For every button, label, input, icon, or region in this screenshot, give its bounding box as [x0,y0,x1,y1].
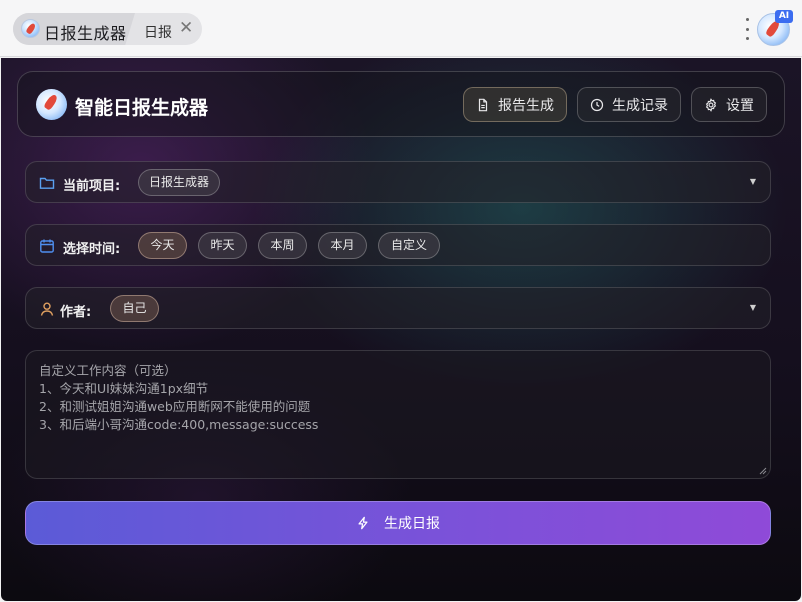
folder-icon [39,177,55,189]
clock-icon [590,98,604,111]
author-chip[interactable]: 自己 [110,295,159,322]
content-line: 2、和测试姐姐沟通web应用断网不能使用的问题 [39,399,311,414]
project-chip[interactable]: 日报生成器 [138,169,220,196]
time-label: 选择时间: [63,242,121,257]
rocket-app-icon [21,19,40,38]
page-title: 智能日报生成器 [75,97,209,119]
history-label: 生成记录 [612,97,668,114]
time-option-this-week[interactable]: 本周 [258,232,307,259]
generate-report-button[interactable]: 生成日报 [25,501,771,545]
project-label: 当前项目: [63,179,121,194]
chevron-down-icon[interactable]: ▼ [750,177,756,186]
rocket-logo-icon [36,89,67,120]
chevron-down-icon[interactable]: ▼ [750,303,756,312]
tab-second-title[interactable]: 日报 [144,22,172,42]
content-line: 3、和后端小哥沟通code:400,message:success [39,417,319,432]
resize-handle-icon[interactable] [759,467,767,475]
settings-button[interactable]: 设置 [691,87,767,122]
app-main: 智能日报生成器 报告生成 生成记录 设置 当前项目: 日报生成器 ▼ 选择时间:… [1,58,801,601]
generate-report-label: 生成日报 [384,516,440,532]
more-vertical-icon[interactable] [743,18,751,40]
author-label: 作者: [60,305,92,320]
author-selector[interactable]: 作者: 自己 ▼ [25,287,771,329]
person-icon [40,302,54,316]
lightning-icon [358,516,368,530]
tab-active-title[interactable]: 日报生成器 [44,20,127,44]
content-line: 自定义工作内容（可选） [39,363,177,378]
history-button[interactable]: 生成记录 [577,87,681,122]
content-line: 1、今天和UI妹妹沟通1px细节 [39,381,209,396]
report-generate-label: 报告生成 [498,97,554,114]
document-icon [478,98,488,111]
time-option-custom[interactable]: 自定义 [378,232,440,259]
settings-label: 设置 [726,97,754,114]
time-option-this-month[interactable]: 本月 [318,232,367,259]
close-icon[interactable]: ✕ [179,19,193,37]
ai-badge: AI [775,10,793,23]
time-option-yesterday[interactable]: 昨天 [198,232,247,259]
browser-tab-bar: 日报生成器 日报 ✕ AI [0,0,802,57]
calendar-icon [40,239,54,253]
time-selector: 选择时间: 今天 昨天 本周 本月 自定义 [25,224,771,266]
app-header: 智能日报生成器 报告生成 生成记录 设置 [17,71,785,137]
gear-icon [705,97,717,112]
report-generate-button[interactable]: 报告生成 [463,87,567,122]
project-selector[interactable]: 当前项目: 日报生成器 ▼ [25,161,771,203]
time-option-today[interactable]: 今天 [138,232,187,259]
work-content-textarea[interactable]: 自定义工作内容（可选） 1、今天和UI妹妹沟通1px细节 2、和测试姐姐沟通we… [25,350,771,479]
